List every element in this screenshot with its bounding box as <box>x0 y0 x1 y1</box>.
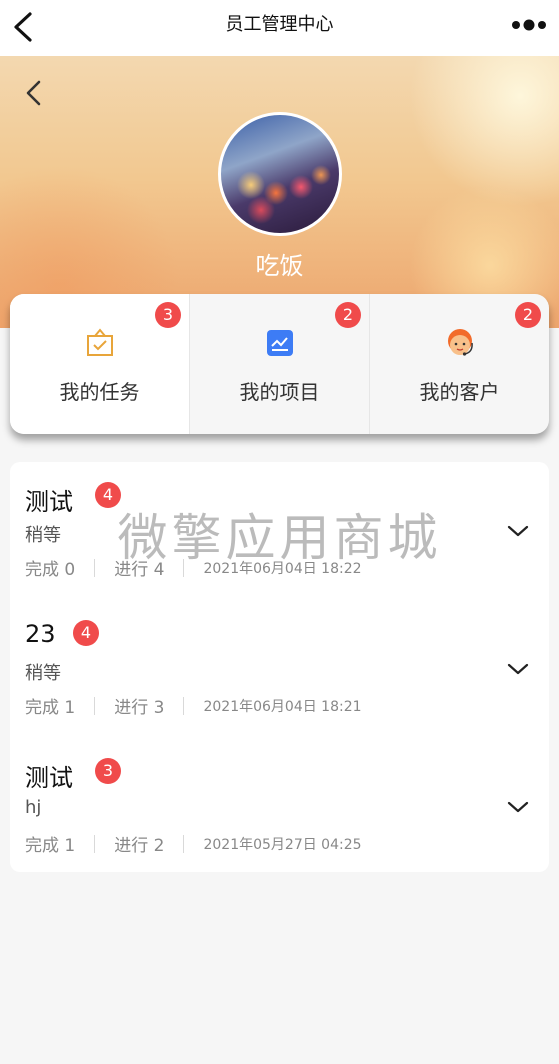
item-title: 23 <box>25 620 56 648</box>
in-progress-count: 进行 3 <box>114 698 165 718</box>
project-chart-icon <box>267 330 293 356</box>
divider <box>94 558 96 577</box>
list-item[interactable]: 23 4 稍等 完成 1 进行 3 2021年06月04日 18:21 <box>10 600 549 732</box>
count-badge: 3 <box>155 302 181 328</box>
in-progress-count: 进行 4 <box>114 560 165 580</box>
item-count-badge: 3 <box>95 758 121 784</box>
page-title: 员工管理中心 <box>225 14 334 35</box>
tab-label: 我的任务 <box>59 380 140 404</box>
divider <box>183 558 185 577</box>
avatar[interactable] <box>218 112 342 236</box>
item-description: 稍等 <box>25 525 61 546</box>
item-description: hj <box>25 797 42 818</box>
item-title: 测试 <box>25 488 73 516</box>
more-options-icon[interactable] <box>511 17 547 33</box>
divider <box>183 834 185 853</box>
list-item[interactable]: 测试 4 稍等 完成 0 进行 4 2021年06月04日 18:22 <box>10 462 549 594</box>
task-icon <box>87 328 113 356</box>
in-progress-count: 进行 2 <box>114 836 165 856</box>
divider <box>94 696 96 715</box>
tab-my-tasks[interactable]: 我的任务 3 <box>10 294 190 434</box>
user-name: 吃饭 <box>255 252 304 280</box>
item-description: 稍等 <box>25 663 61 684</box>
tab-label: 我的项目 <box>239 380 320 404</box>
count-badge: 2 <box>335 302 361 328</box>
done-count: 完成 1 <box>25 836 76 856</box>
chevron-down-icon[interactable] <box>507 800 529 814</box>
chevron-down-icon[interactable] <box>507 662 529 676</box>
item-stats: 完成 0 进行 4 2021年06月04日 18:22 <box>25 555 362 580</box>
item-date: 2021年05月27日 04:25 <box>203 836 362 853</box>
banner-back-icon[interactable] <box>22 78 46 108</box>
list-item[interactable]: 测试 3 hj 完成 1 进行 2 2021年05月27日 04:25 <box>10 738 549 870</box>
done-count: 完成 0 <box>25 560 76 580</box>
item-title: 测试 <box>25 764 73 792</box>
item-count-badge: 4 <box>95 482 121 508</box>
customer-service-icon <box>448 329 473 356</box>
task-list: 测试 4 稍等 完成 0 进行 4 2021年06月04日 18:22 23 4… <box>10 462 549 872</box>
item-count-badge: 4 <box>73 620 99 646</box>
tab-my-projects[interactable]: 我的项目 2 <box>190 294 370 434</box>
item-stats: 完成 1 进行 3 2021年06月04日 18:21 <box>25 693 362 718</box>
top-bar: 员工管理中心 <box>0 0 559 56</box>
count-badge: 2 <box>515 302 541 328</box>
shortcut-tabs: 我的任务 3 我的项目 2 我的客户 2 <box>10 294 549 434</box>
divider <box>94 834 96 853</box>
divider <box>183 696 185 715</box>
tab-label: 我的客户 <box>419 380 500 404</box>
item-date: 2021年06月04日 18:22 <box>203 560 362 577</box>
item-date: 2021年06月04日 18:21 <box>203 698 362 715</box>
item-stats: 完成 1 进行 2 2021年05月27日 04:25 <box>25 831 362 856</box>
done-count: 完成 1 <box>25 698 76 718</box>
chevron-down-icon[interactable] <box>507 524 529 538</box>
tab-my-customers[interactable]: 我的客户 2 <box>370 294 549 434</box>
